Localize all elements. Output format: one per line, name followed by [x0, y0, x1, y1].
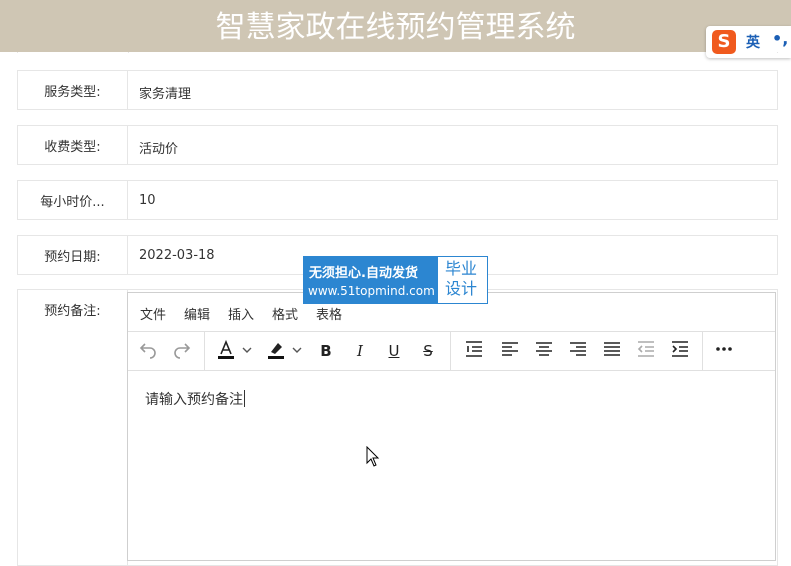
menu-file[interactable]: 文件	[140, 304, 166, 323]
watermark-right-line1: 毕业	[445, 259, 478, 278]
menu-table[interactable]: 表格	[316, 304, 342, 323]
service-type-label: 服务类型:	[18, 71, 128, 109]
outdent-icon[interactable]	[634, 339, 658, 363]
hourly-price-value: 10	[139, 193, 156, 208]
menu-edit[interactable]: 编辑	[184, 304, 210, 323]
indent-icon[interactable]	[668, 339, 692, 363]
service-type-value: 家务清理	[139, 87, 192, 102]
previous-row-stub	[17, 52, 778, 53]
hourly-price-label: 每小时价...	[18, 181, 128, 219]
bold-icon[interactable]: B	[314, 339, 338, 363]
watermark-line1: 无须担心.自动发货	[309, 266, 418, 281]
appointment-date-value: 2022-03-18	[139, 248, 215, 263]
appointment-date-label: 预约日期:	[18, 236, 128, 274]
app-title: 智慧家政在线预约管理系统	[215, 10, 576, 45]
editor-content[interactable]: 请输入预约备注	[145, 389, 245, 409]
ime-toolbar[interactable]: S 英 •,	[706, 26, 791, 58]
mouse-pointer-icon	[366, 445, 380, 472]
fee-type-label: 收费类型:	[18, 126, 128, 164]
menu-insert[interactable]: 插入	[228, 304, 254, 323]
editor-placeholder-text: 请输入预约备注	[145, 392, 243, 408]
ime-mode[interactable]: 英	[746, 32, 760, 52]
text-color-icon[interactable]	[214, 339, 238, 363]
menu-format[interactable]: 格式	[272, 304, 298, 323]
highlight-chevron-down-icon[interactable]	[290, 339, 304, 363]
align-justify-icon[interactable]	[600, 339, 624, 363]
watermark-left-panel: 无须担心.自动发货 www.51topmind.com	[304, 257, 438, 303]
italic-icon[interactable]: I	[348, 339, 372, 363]
redo-icon[interactable]	[170, 339, 194, 363]
undo-icon[interactable]	[136, 339, 160, 363]
fee-type-value: 活动价	[139, 142, 179, 157]
text-color-chevron-down-icon[interactable]	[240, 339, 254, 363]
more-icon[interactable]	[712, 339, 736, 363]
app-header: 智慧家政在线预约管理系统	[0, 0, 791, 52]
ime-punct[interactable]: •,	[772, 29, 788, 48]
watermark-badge: 无须担心.自动发货 www.51topmind.com 毕业 设计	[303, 256, 488, 304]
row-fee-type: 收费类型: 活动价	[17, 125, 778, 165]
watermark-right: 毕业 设计	[445, 259, 477, 299]
align-right-icon[interactable]	[566, 339, 590, 363]
sogou-logo-icon: S	[712, 30, 736, 54]
align-left-icon[interactable]	[498, 339, 522, 363]
editor-toolbar: B I U S	[128, 332, 775, 371]
remarks-label: 预约备注:	[18, 290, 128, 565]
strikethrough-icon[interactable]: S	[416, 339, 440, 363]
text-caret	[244, 390, 245, 407]
underline-icon[interactable]: U	[382, 339, 406, 363]
row-service-type: 服务类型: 家务清理	[17, 70, 778, 110]
watermark-line2: www.51topmind.com	[308, 284, 435, 298]
row-hourly-price: 每小时价... 10	[17, 180, 778, 220]
highlight-color-icon[interactable]	[264, 339, 288, 363]
rich-text-editor[interactable]: 文件 编辑 插入 格式 表格 B I U S 请输入预约备注	[127, 292, 776, 561]
watermark-right-line2: 设计	[445, 279, 478, 298]
align-center-icon[interactable]	[532, 339, 556, 363]
line-height-icon[interactable]	[462, 339, 486, 363]
